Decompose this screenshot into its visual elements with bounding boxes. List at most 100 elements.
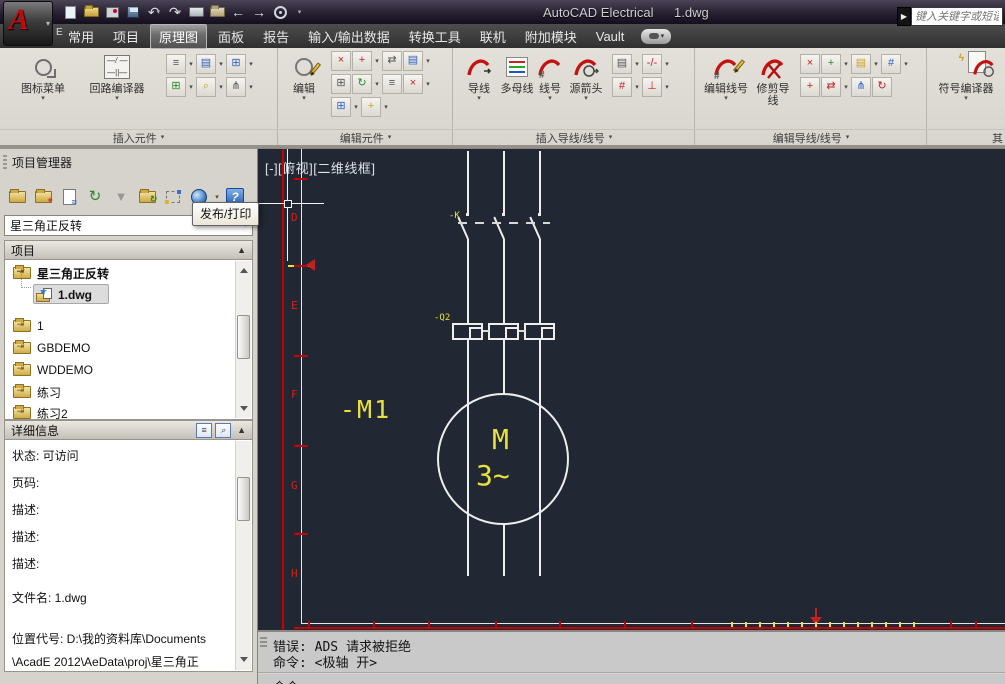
ribbon-small-button[interactable]: # bbox=[612, 77, 632, 97]
tab-panel[interactable]: 面板 bbox=[210, 24, 252, 49]
tree-scrollbar[interactable] bbox=[235, 261, 251, 418]
search-go-button[interactable]: ▶ bbox=[897, 7, 911, 26]
filter-button[interactable]: ▼ bbox=[109, 185, 133, 209]
edit-wire-number-button[interactable]: # 编辑线号 ▾ bbox=[700, 48, 752, 102]
ribbon-small-button[interactable]: ▤ bbox=[612, 54, 632, 74]
chevron-down-icon[interactable]: ▾ bbox=[373, 57, 381, 65]
tree-item-drawing[interactable]: ★ 1.dwg bbox=[36, 285, 92, 305]
drawing-canvas[interactable]: [-][俯视][二维线框] D E F G H -K bbox=[258, 148, 1005, 630]
palette-grip[interactable] bbox=[3, 155, 7, 170]
scrollbar-thumb[interactable] bbox=[237, 477, 250, 521]
ribbon-small-button[interactable]: + bbox=[352, 51, 372, 71]
details-view-button[interactable]: ≡ bbox=[196, 423, 212, 438]
open-project-button[interactable] bbox=[5, 185, 29, 209]
chevron-down-icon[interactable]: ▾ bbox=[187, 83, 195, 91]
drawing-list-button[interactable]: ≈ bbox=[57, 185, 81, 209]
ribbon-small-button[interactable]: ⊥ bbox=[642, 77, 662, 97]
plot-preview-button[interactable] bbox=[104, 3, 120, 21]
chevron-down-icon[interactable]: ▾ bbox=[157, 8, 161, 16]
ribbon-small-button[interactable]: -/- bbox=[642, 54, 662, 74]
chevron-down-icon[interactable]: ▾ bbox=[382, 103, 390, 111]
connect-cloud-button[interactable]: ▾ bbox=[641, 29, 671, 44]
chevron-down-icon[interactable]: ▾ bbox=[373, 80, 381, 88]
source-arrow-button[interactable]: 源箭头 ▾ bbox=[566, 48, 606, 102]
panel-label[interactable]: 插入导线/线号▾ bbox=[454, 129, 694, 145]
command-line[interactable]: 错误: ADS 请求被拒绝 命令: <极轴 开> 命令: bbox=[258, 630, 1005, 684]
chevron-down-icon[interactable]: ▾ bbox=[247, 60, 255, 68]
ribbon-small-button[interactable]: ⇄ bbox=[821, 77, 841, 97]
chevron-down-icon[interactable]: ▾ bbox=[902, 60, 910, 68]
chevron-down-icon[interactable]: ▾ bbox=[663, 60, 671, 68]
details-scrollbar[interactable] bbox=[235, 441, 251, 670]
qat-overflow-button[interactable]: ▾ bbox=[293, 3, 309, 21]
preview-view-button[interactable]: ⌕ bbox=[215, 423, 231, 438]
new-file-button[interactable] bbox=[62, 3, 78, 21]
redo-button[interactable]: ↷▾ bbox=[167, 3, 183, 21]
tab-online[interactable]: 联机 bbox=[472, 24, 514, 49]
ribbon-small-button[interactable]: ⊞ bbox=[166, 77, 186, 97]
panel-label[interactable]: 其 bbox=[928, 129, 1005, 145]
projects-section-header[interactable]: 项目 ▲ bbox=[4, 240, 253, 260]
wire-button[interactable]: 导线 ▾ bbox=[458, 48, 500, 102]
tab-project[interactable]: 项目 bbox=[105, 24, 147, 49]
edit-component-button[interactable]: 编辑 ▾ bbox=[281, 48, 327, 102]
scrollbar-thumb[interactable] bbox=[237, 315, 250, 359]
chevron-down-icon[interactable]: ▾ bbox=[663, 83, 671, 91]
tree-item-project[interactable]: 练习 bbox=[13, 382, 61, 402]
scroll-down-icon[interactable] bbox=[240, 406, 248, 415]
app-menu-button[interactable]: A ▾ bbox=[3, 1, 53, 46]
ribbon-small-button[interactable]: + bbox=[800, 77, 820, 97]
ribbon-small-button[interactable]: ↻ bbox=[352, 74, 372, 94]
new-project-button[interactable]: + bbox=[31, 185, 55, 209]
ribbon-small-button[interactable]: × bbox=[800, 54, 820, 74]
chevron-down-icon[interactable]: ▾ bbox=[424, 80, 432, 88]
collapse-icon[interactable]: ▲ bbox=[237, 425, 246, 435]
ribbon-small-button[interactable]: # bbox=[881, 54, 901, 74]
tab-addins[interactable]: 附加模块 bbox=[517, 24, 585, 49]
ribbon-small-button[interactable]: ▤ bbox=[196, 54, 216, 74]
chevron-down-icon[interactable]: ▾ bbox=[633, 83, 641, 91]
ribbon-small-button[interactable]: ⋔ bbox=[226, 77, 246, 97]
tree-item-project[interactable]: WDDEMO bbox=[13, 360, 93, 380]
chevron-down-icon[interactable]: ▾ bbox=[352, 103, 360, 111]
print-button[interactable] bbox=[188, 3, 204, 21]
tree-item-project[interactable]: GBDEMO bbox=[13, 338, 90, 358]
back-button[interactable]: ← bbox=[230, 3, 246, 21]
ribbon-small-button[interactable]: ↻ bbox=[872, 77, 892, 97]
ribbon-small-button[interactable]: ⊞ bbox=[226, 54, 246, 74]
ribbon-small-button[interactable]: ⊞ bbox=[331, 97, 351, 117]
ribbon-small-button[interactable]: ▤ bbox=[851, 54, 871, 74]
ribbon-small-button[interactable]: ≡ bbox=[382, 74, 402, 94]
refresh-button[interactable]: ↻ bbox=[83, 185, 107, 209]
tab-home[interactable]: 常用 bbox=[60, 24, 102, 49]
panel-label[interactable]: 编辑导线/线号▾ bbox=[696, 129, 926, 145]
icon-menu-button[interactable]: 图标菜单 ▾ bbox=[8, 48, 78, 102]
open-file-button[interactable] bbox=[83, 3, 99, 21]
circuit-builder-button[interactable]: 回路编译器 ▾ bbox=[78, 48, 156, 102]
ribbon-small-button[interactable]: × bbox=[403, 74, 423, 94]
save-button[interactable] bbox=[125, 3, 141, 21]
chevron-down-icon[interactable]: ▾ bbox=[247, 83, 255, 91]
symbol-builder-button[interactable]: ϟ 符号编译器 ▾ bbox=[930, 48, 1002, 102]
tree-item-project[interactable]: 练习2 bbox=[13, 403, 68, 420]
chevron-down-icon[interactable]: ▾ bbox=[178, 8, 182, 16]
collapse-icon[interactable]: ▲ bbox=[237, 245, 246, 255]
ribbon-small-button[interactable]: ⊞ bbox=[331, 74, 351, 94]
scroll-up-icon[interactable] bbox=[240, 264, 248, 273]
search-input[interactable] bbox=[911, 7, 1003, 26]
command-grip[interactable] bbox=[260, 637, 267, 647]
ribbon-small-button[interactable]: + bbox=[821, 54, 841, 74]
chevron-down-icon[interactable]: ▾ bbox=[424, 57, 432, 65]
ribbon-small-button[interactable]: × bbox=[331, 51, 351, 71]
ribbon-small-button[interactable]: ⋔ bbox=[851, 77, 871, 97]
tree-item-project[interactable]: 1 bbox=[13, 316, 44, 336]
details-section-header[interactable]: 详细信息 ≡ ⌕ ▲ bbox=[4, 420, 253, 440]
chevron-down-icon[interactable]: ▾ bbox=[217, 60, 225, 68]
trim-wire-button[interactable]: 修剪导线 bbox=[752, 48, 794, 107]
tab-schematic[interactable]: 原理图 bbox=[150, 24, 207, 49]
panel-label[interactable]: 插入元件▾ bbox=[0, 129, 277, 145]
wire-number-button[interactable]: # 线号 ▾ bbox=[534, 48, 566, 102]
multiple-bus-button[interactable]: 多母线 bbox=[500, 48, 534, 95]
steering-wheel-button[interactable] bbox=[272, 3, 288, 21]
tab-reports[interactable]: 报告 bbox=[255, 24, 297, 49]
